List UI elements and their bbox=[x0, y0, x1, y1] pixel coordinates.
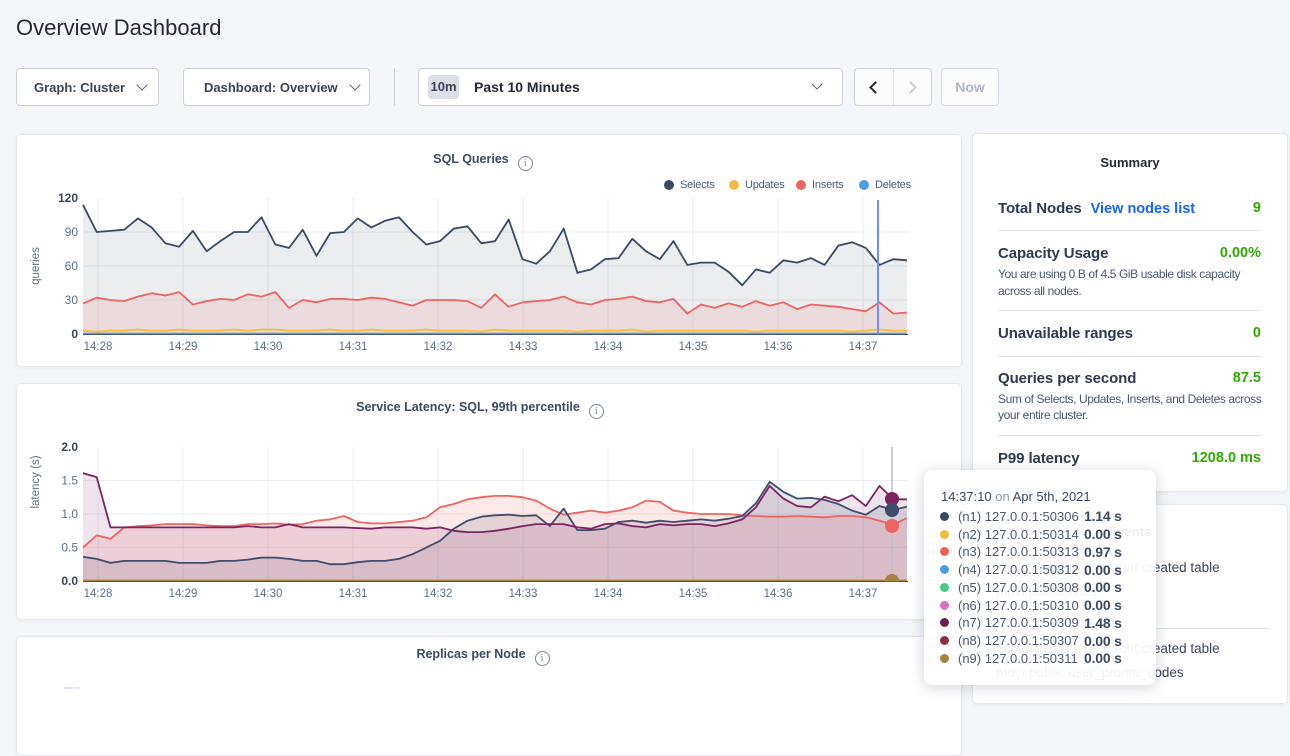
svg-text:14:36: 14:36 bbox=[764, 341, 793, 353]
svg-text:30: 30 bbox=[65, 293, 79, 307]
svg-text:60: 60 bbox=[65, 259, 79, 273]
svg-text:0.0: 0.0 bbox=[61, 574, 78, 588]
svg-text:14:28: 14:28 bbox=[84, 341, 113, 353]
svg-text:14:29: 14:29 bbox=[169, 588, 198, 600]
svg-text:14:31: 14:31 bbox=[339, 341, 368, 353]
svg-text:120: 120 bbox=[58, 191, 78, 205]
svg-text:14:30: 14:30 bbox=[254, 341, 283, 353]
svg-text:14:37: 14:37 bbox=[849, 588, 878, 600]
svg-text:14:30: 14:30 bbox=[254, 588, 283, 600]
svg-text:14:35: 14:35 bbox=[679, 341, 708, 353]
svg-text:14:35: 14:35 bbox=[679, 588, 708, 600]
svg-text:latency (s): latency (s) bbox=[30, 455, 42, 508]
svg-text:0: 0 bbox=[71, 327, 78, 341]
svg-text:14:34: 14:34 bbox=[594, 588, 623, 600]
svg-text:14:32: 14:32 bbox=[424, 341, 453, 353]
svg-text:90: 90 bbox=[65, 225, 79, 239]
svg-text:14:29: 14:29 bbox=[169, 341, 198, 353]
svg-text:14:31: 14:31 bbox=[339, 588, 368, 600]
svg-text:queries: queries bbox=[30, 247, 42, 285]
svg-text:2.0: 2.0 bbox=[61, 440, 78, 454]
svg-text:14:37: 14:37 bbox=[849, 341, 878, 353]
svg-text:14:34: 14:34 bbox=[594, 341, 623, 353]
svg-text:14:36: 14:36 bbox=[764, 588, 793, 600]
svg-text:14:33: 14:33 bbox=[509, 341, 538, 353]
svg-text:14:28: 14:28 bbox=[84, 588, 113, 600]
svg-text:14:32: 14:32 bbox=[424, 588, 453, 600]
svg-text:1.0: 1.0 bbox=[61, 507, 78, 521]
svg-text:1.5: 1.5 bbox=[61, 474, 78, 488]
svg-text:14:33: 14:33 bbox=[509, 588, 538, 600]
svg-text:0.5: 0.5 bbox=[61, 541, 78, 555]
